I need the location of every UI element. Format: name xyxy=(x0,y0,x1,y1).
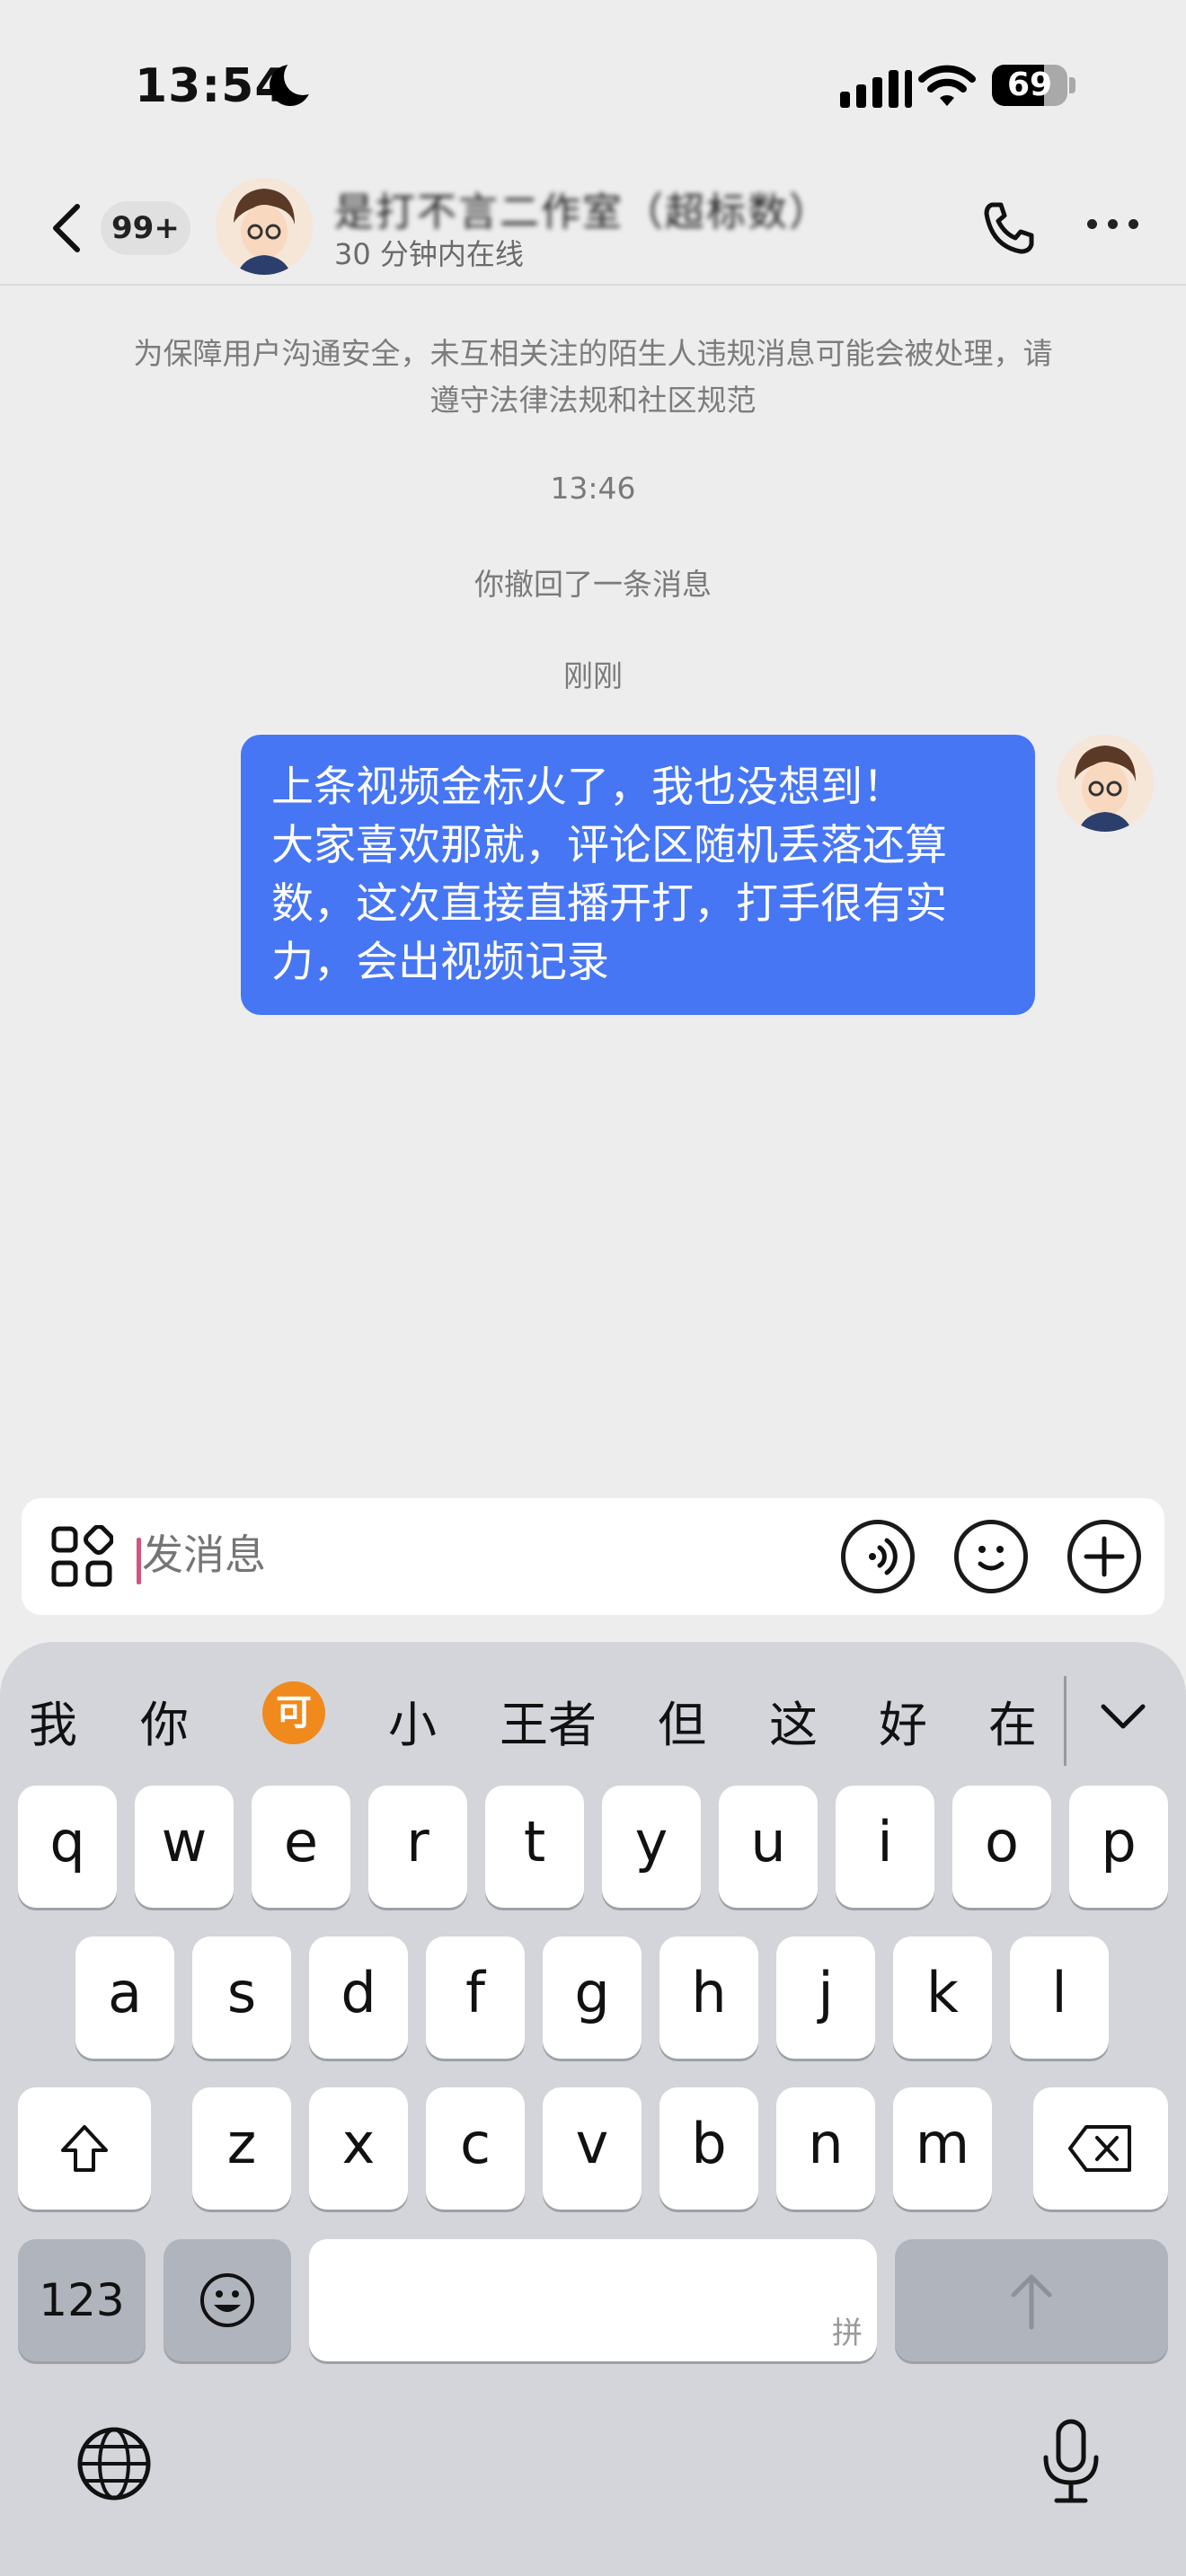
key-s[interactable]: s xyxy=(192,1936,291,2059)
timestamp: 刚刚 xyxy=(563,658,623,693)
status-bar: 13:54 69 xyxy=(0,0,1186,171)
key-k[interactable]: k xyxy=(893,1936,992,2059)
key-h[interactable]: h xyxy=(659,1936,758,2059)
key-g[interactable]: g xyxy=(543,1936,642,2059)
message-input-bar xyxy=(22,1498,1164,1615)
battery-tip xyxy=(1069,77,1075,93)
status-time: 13:54 xyxy=(135,59,288,113)
candidate[interactable]: 在 xyxy=(988,1685,1037,1756)
message-bubble[interactable]: 上条视频金标火了，我也没想到！ 大家喜欢那就，评论区随机丢落还算 数，这次直接直… xyxy=(241,735,1035,1015)
back-arrow-icon[interactable] xyxy=(45,199,90,257)
key-p[interactable]: p xyxy=(1069,1786,1168,1908)
wifi-icon xyxy=(918,65,976,106)
message-line: 数，这次直接直播开打，打手很有实 xyxy=(271,879,947,929)
battery-icon: 69 xyxy=(992,65,1067,106)
recall-notice: 你撤回了一条消息 xyxy=(474,567,712,602)
candidate[interactable]: 王者 xyxy=(500,1685,597,1756)
chevron-down-icon[interactable] xyxy=(1100,1701,1146,1732)
key-a[interactable]: a xyxy=(75,1936,174,2059)
signal-icon xyxy=(840,70,912,108)
battery-level: 69 xyxy=(1006,66,1053,103)
key-z[interactable]: z xyxy=(192,2087,291,2210)
shift-key[interactable] xyxy=(18,2087,151,2210)
key-d[interactable]: d xyxy=(309,1936,408,2059)
key-l[interactable]: l xyxy=(1010,1936,1109,2059)
chat-header: 99+ 是打不言二作室（超标数） 30 分钟内在线 xyxy=(0,171,1186,286)
voice-icon[interactable] xyxy=(841,1520,915,1593)
emoji-icon[interactable] xyxy=(954,1520,1028,1593)
candidate-divider xyxy=(1064,1676,1067,1766)
candidate-bar: 我 你 可 小 王者 但 这 好 在 xyxy=(0,1642,1186,1786)
key-b[interactable]: b xyxy=(659,2087,758,2210)
backspace-icon xyxy=(1068,2125,1131,2172)
key-o[interactable]: o xyxy=(952,1786,1051,1908)
keyboard: 我 你 可 小 王者 但 这 好 在 q w e r t y u i o p a… xyxy=(0,1642,1186,2576)
safety-notice: 为保障用户沟通安全，未互相关注的陌生人违规消息可能会被处理，请遵守法律法规和社区… xyxy=(133,336,1053,418)
numbers-key[interactable]: 123 xyxy=(18,2239,146,2361)
message-line: 上条视频金标火了，我也没想到！ xyxy=(271,763,905,812)
key-n[interactable]: n xyxy=(776,2087,875,2210)
phone-icon[interactable] xyxy=(979,199,1037,257)
candidate[interactable]: 我 xyxy=(29,1685,77,1756)
add-icon[interactable] xyxy=(1067,1520,1141,1593)
text-cursor xyxy=(137,1538,141,1584)
key-w[interactable]: w xyxy=(135,1786,234,1908)
key-r[interactable]: r xyxy=(368,1786,467,1908)
globe-icon[interactable] xyxy=(74,2423,155,2504)
key-y[interactable]: y xyxy=(602,1786,701,1908)
message-line: 力，会出视频记录 xyxy=(271,938,609,987)
key-t[interactable]: t xyxy=(485,1786,584,1908)
shift-icon xyxy=(61,2125,108,2172)
candidate[interactable]: 但 xyxy=(658,1685,706,1756)
timestamp: 13:46 xyxy=(550,471,636,506)
microphone-icon[interactable] xyxy=(1035,2416,1107,2506)
delete-key[interactable] xyxy=(1033,2087,1168,2210)
key-f[interactable]: f xyxy=(426,1936,525,2059)
candidate[interactable]: 好 xyxy=(879,1685,927,1756)
more-icon[interactable] xyxy=(1087,219,1138,229)
message-input[interactable] xyxy=(142,1531,681,1579)
contact-status: 30 分钟内在线 xyxy=(334,237,524,271)
key-i[interactable]: i xyxy=(836,1786,934,1908)
moon-icon xyxy=(270,57,322,106)
key-m[interactable]: m xyxy=(893,2087,992,2210)
space-key[interactable]: 拼 xyxy=(309,2239,877,2361)
send-key[interactable] xyxy=(895,2239,1168,2361)
pinyin-hint: 拼 xyxy=(832,2316,863,2351)
apps-icon[interactable] xyxy=(50,1525,113,1588)
key-v[interactable]: v xyxy=(543,2087,642,2210)
arrow-up-icon xyxy=(1011,2274,1052,2330)
key-x[interactable]: x xyxy=(309,2087,408,2210)
unread-badge[interactable]: 99+ xyxy=(101,201,190,255)
contact-avatar[interactable] xyxy=(216,178,313,275)
candidate[interactable]: 你 xyxy=(140,1685,189,1756)
contact-name: 是打不言二作室（超标数） xyxy=(334,190,830,235)
candidate[interactable]: 这 xyxy=(769,1685,818,1756)
key-c[interactable]: c xyxy=(426,2087,525,2210)
key-q[interactable]: q xyxy=(18,1786,117,1908)
candidate[interactable]: 小 xyxy=(388,1685,437,1756)
key-j[interactable]: j xyxy=(776,1936,875,2059)
message-line: 大家喜欢那就，评论区随机丢落还算 xyxy=(271,821,947,870)
key-u[interactable]: u xyxy=(719,1786,818,1908)
key-e[interactable]: e xyxy=(252,1786,350,1908)
my-avatar[interactable] xyxy=(1057,735,1154,832)
smiley-icon xyxy=(200,2273,254,2327)
candidate-highlighted[interactable]: 可 xyxy=(262,1681,325,1744)
emoji-keyboard-key[interactable] xyxy=(164,2239,291,2361)
